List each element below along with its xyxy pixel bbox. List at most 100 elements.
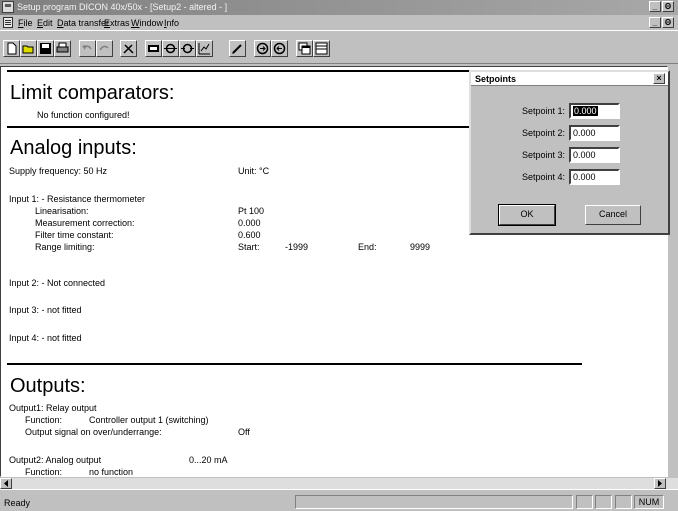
new-button[interactable]: [3, 40, 20, 57]
filter-time-constant-label: Filter time constant:: [35, 230, 114, 240]
setpoint-3-input[interactable]: 0.000: [569, 147, 620, 163]
tile-icon: [315, 42, 328, 55]
save-button[interactable]: [37, 40, 54, 57]
app-icon[interactable]: [2, 1, 14, 13]
status-text: Ready: [4, 498, 31, 508]
unit-label: Unit: °C: [238, 166, 270, 176]
setpoint-3-label: Setpoint 3:: [521, 150, 565, 160]
print-icon: [56, 42, 69, 53]
linearisation-value: Pt 100: [238, 206, 265, 216]
setpoint-2-label: Setpoint 2:: [521, 128, 565, 138]
measurement-correction-label: Measurement correction:: [35, 218, 135, 228]
device-button[interactable]: [145, 40, 162, 57]
linearisation-label: Linearisation:: [35, 206, 89, 216]
save-icon: [40, 43, 51, 54]
dialog-title-bar[interactable]: Setpoints ×: [471, 72, 668, 86]
redo-button[interactable]: [96, 40, 113, 57]
dialog-title: Setpoints: [475, 74, 517, 84]
document-icon[interactable]: [3, 17, 13, 28]
print-button[interactable]: [54, 40, 71, 57]
output1-function-value: Controller output 1 (switching): [89, 415, 209, 425]
menu-edit[interactable]: Edit: [37, 18, 53, 28]
limit-comparators-heading: Limit comparators:: [10, 82, 175, 104]
outputs-heading: Outputs:: [10, 375, 86, 397]
setpoint-4-label: Setpoint 4:: [521, 172, 565, 182]
status-bar: Ready NUM: [0, 489, 678, 511]
setpoint-1-input[interactable]: 0.000: [569, 103, 620, 119]
setpoint-4-input[interactable]: 0.000: [569, 169, 620, 185]
output2-title: Output2: Analog output: [9, 455, 102, 465]
num-lock-indicator: NUM: [634, 495, 664, 509]
output-signal-value: Off: [238, 427, 250, 437]
measurement-correction-value: 0.000: [238, 218, 261, 228]
output2-function-value: no function: [89, 467, 134, 477]
menu-data-transfer[interactable]: Data transfer: [57, 18, 109, 28]
menu-extras[interactable]: Extras: [104, 18, 130, 28]
window-cascade-button[interactable]: [296, 40, 313, 57]
output2-range: 0...20 mA: [189, 455, 228, 465]
status-pane-2: [595, 495, 612, 509]
pencil-icon: [232, 44, 242, 54]
minimize-button[interactable]: _: [649, 1, 661, 12]
chart-icon: [198, 43, 210, 55]
output-signal-label: Output signal on over/underrange:: [25, 427, 162, 437]
range-start-value: -1999: [285, 242, 309, 252]
output1-function-label: Function:: [25, 415, 63, 425]
undo-button[interactable]: [79, 40, 96, 57]
tools-icon: [123, 44, 134, 54]
range-end-label: End:: [358, 242, 377, 252]
range-limiting-label: Range limiting:: [35, 242, 95, 252]
controller-button[interactable]: [254, 40, 271, 57]
range-start-label: Start:: [238, 242, 260, 252]
open-button[interactable]: [20, 40, 37, 57]
horizontal-scrollbar[interactable]: [0, 477, 678, 489]
menu-bar: File Edit Data transfer Extras Window In…: [0, 15, 678, 30]
menu-info[interactable]: Info: [164, 18, 179, 28]
setpoint-2-input[interactable]: 0.000: [569, 125, 620, 141]
window-tile-button[interactable]: [313, 40, 330, 57]
simulation-button[interactable]: [271, 40, 288, 57]
input3-status: Input 3: - not fitted: [9, 305, 82, 315]
input1-title: Input 1: - Resistance thermometer: [9, 194, 146, 204]
range-end-value: 9999: [410, 242, 431, 252]
diagram-button[interactable]: [196, 40, 213, 57]
menu-window[interactable]: Window: [131, 18, 163, 28]
analog-inputs-heading: Analog inputs:: [10, 137, 137, 159]
toolbar: [0, 30, 678, 64]
transfer-to-device-button[interactable]: [162, 40, 179, 57]
title-bar: Setup program DICON 40x/50x - [Setup2 - …: [0, 0, 678, 15]
redo-icon: [99, 45, 109, 51]
arrow-right-icon: [658, 480, 662, 487]
dialog-close-button[interactable]: ×: [653, 73, 665, 84]
undo-icon: [82, 45, 92, 50]
new-icon: [7, 42, 17, 55]
menu-file[interactable]: File: [18, 18, 33, 28]
supply-frequency: Supply frequency: 50 Hz: [9, 166, 108, 176]
transfer-icon: [164, 43, 177, 54]
doc-restore-button[interactable]: Θ: [662, 17, 674, 28]
scroll-left-button[interactable]: [0, 478, 12, 489]
output1-title: Output1: Relay output: [9, 403, 97, 413]
setpoint-1-value: 0.000: [573, 106, 598, 116]
setpoints-dialog: Setpoints × Setpoint 1: 0.000 Setpoint 2…: [469, 70, 670, 235]
receive-icon: [181, 43, 194, 54]
cancel-button[interactable]: Cancel: [585, 205, 641, 225]
device-icon: [148, 45, 159, 52]
doc-minimize-button[interactable]: _: [649, 17, 661, 28]
ok-button[interactable]: OK: [498, 204, 556, 226]
edit-button[interactable]: [229, 40, 246, 57]
transfer-from-device-button[interactable]: [179, 40, 196, 57]
controller-icon: [256, 42, 269, 55]
scroll-right-button[interactable]: [654, 478, 666, 489]
filter-time-constant-value: 0.600: [238, 230, 261, 240]
tools-button[interactable]: [120, 40, 137, 57]
open-icon: [22, 45, 34, 54]
cascade-icon: [298, 42, 311, 55]
arrow-circle-icon: [273, 42, 286, 55]
input2-status: Input 2: - Not connected: [9, 278, 106, 288]
outputs-divider: [7, 363, 582, 365]
output2-function-label: Function:: [25, 467, 63, 477]
restore-button[interactable]: Θ: [662, 1, 674, 12]
limit-comparators-note: No function configured!: [37, 110, 130, 120]
status-pane-1: [576, 495, 593, 509]
